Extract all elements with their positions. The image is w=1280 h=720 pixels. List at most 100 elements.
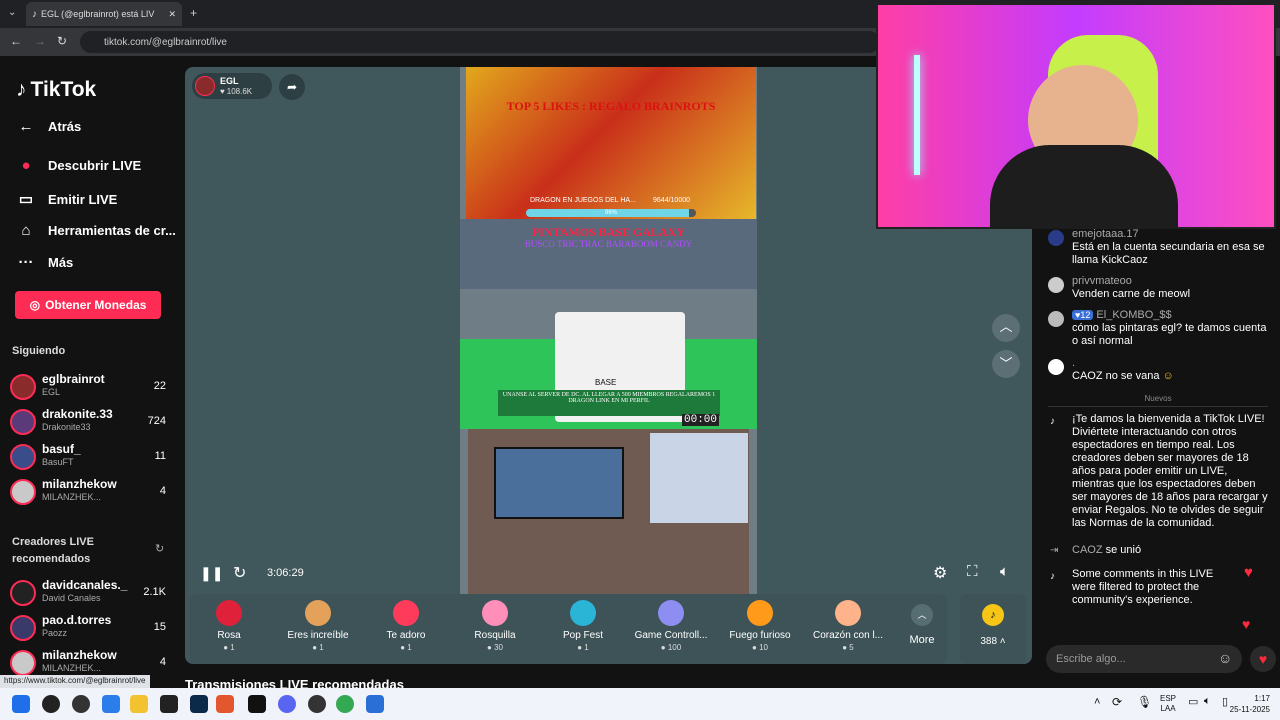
gift-item[interactable]: Eres increíble ● 1 <box>276 600 360 652</box>
app-icon[interactable] <box>160 695 178 713</box>
recommended-item-davidcanales[interactable]: davidcanales._ David Canales 2.1K <box>10 578 170 612</box>
speaker-icon[interactable]: 🔈︎ <box>1204 695 1211 708</box>
photoshop-icon[interactable] <box>190 695 208 713</box>
chat-input[interactable]: Escribe algo... ☺ <box>1046 645 1242 673</box>
back-link[interactable]: ← Atrás <box>16 118 82 135</box>
gift-item[interactable]: Game Controll... ● 100 <box>629 600 713 652</box>
following-item-drakonite[interactable]: drakonite.33 Drakonite33 724 <box>10 407 170 441</box>
nav-go-live[interactable]: ▭ Emitir LIVE <box>16 190 117 208</box>
clock[interactable]: 1:17 25-11-2025 <box>1228 693 1270 715</box>
clock-time: 1:17 <box>1254 694 1270 703</box>
app-icon[interactable] <box>216 695 234 713</box>
chat-username[interactable]: privvmateoo <box>1072 275 1272 288</box>
following-item-eglbrainrot[interactable]: eglbrainrot EGL 22 <box>10 372 170 406</box>
new-tab-icon[interactable]: + <box>190 6 197 20</box>
coin-balance-value: 388 <box>980 636 998 647</box>
chat-text: CAOZ no se vana ☺ <box>1072 370 1272 383</box>
tab-list-icon[interactable]: ⌄ <box>8 7 16 18</box>
app-icon[interactable] <box>308 695 326 713</box>
viewer-count: 15 <box>153 621 166 633</box>
browser-tab[interactable]: ♪ EGL (@eglbrainrot) está LIV ✕ <box>26 2 182 26</box>
chrome-icon[interactable] <box>336 695 354 713</box>
like-heart-button[interactable]: ♥ <box>1250 646 1276 672</box>
nav-creator-tools[interactable]: ⌂ Herramientas de cr... <box>16 222 175 239</box>
next-live-chevron-down-icon[interactable]: ﹀ <box>992 350 1020 378</box>
avatar <box>1048 230 1064 246</box>
overlay-subtitle: BUSCO TRIC TRAC BARABOOM CANDY <box>524 239 693 249</box>
following-name: milanzhekow <box>42 477 117 491</box>
volume-icon[interactable]: 🔈︎ <box>1000 563 1009 580</box>
coin-balance-button[interactable]: ♪ 388 ˄ <box>960 594 1026 664</box>
chat-username[interactable]: . <box>1072 357 1272 370</box>
gift-price: ● 10 <box>752 643 768 652</box>
url-field[interactable]: tiktok.com/@eglbrainrot/live <box>80 31 880 53</box>
refresh-icon[interactable]: ↻ <box>155 542 164 555</box>
emoji-picker-icon[interactable]: ☺ <box>1218 650 1232 666</box>
avatar <box>10 409 36 435</box>
app-icon[interactable] <box>72 695 90 713</box>
windows-taskbar: ˄ ⟳ 🎙︎ ESP LAA ▭ 🔈︎ ▯ 1:17 25-11-2025 <box>0 688 1280 720</box>
tiktok-logo[interactable]: ♪ TikTok <box>16 78 96 102</box>
gift-item[interactable]: Pop Fest ● 1 <box>541 600 625 652</box>
joined-username[interactable]: CAOZ <box>1072 544 1103 556</box>
settings-gear-icon[interactable]: ⚙ <box>933 563 947 583</box>
gift-item[interactable]: Fuego furioso ● 10 <box>718 600 802 652</box>
app-icon[interactable] <box>366 695 384 713</box>
pause-icon[interactable]: ❚❚ <box>200 565 223 582</box>
network-icon[interactable]: ⟳ <box>1112 695 1122 709</box>
viewer-count: 724 <box>147 415 166 427</box>
reload-stream-icon[interactable]: ↻ <box>233 563 246 583</box>
live-video[interactable]: TOP 5 LIKES : REGALO BRAINROTS DRAGON EN… <box>460 67 757 594</box>
more-label: More <box>909 634 935 646</box>
forward-arrow-icon[interactable]: → <box>34 34 46 48</box>
share-icon[interactable]: ➦ <box>279 74 305 100</box>
gift-item[interactable]: Corazón con l... ● 5 <box>806 600 890 652</box>
windows-start-icon[interactable] <box>12 695 30 713</box>
display-icon[interactable]: ▭ <box>1188 695 1198 708</box>
chat-username[interactable]: emejotaaa.17 <box>1072 228 1272 241</box>
app-icon[interactable] <box>42 695 60 713</box>
tiktok-app-icon[interactable] <box>248 695 266 713</box>
avatar <box>10 374 36 400</box>
language-indicator[interactable]: ESP LAA <box>1160 694 1176 714</box>
avatar <box>1048 311 1064 327</box>
chevron-up-icon: ︿ <box>911 604 933 626</box>
nav-more[interactable]: ··· Más <box>16 254 74 271</box>
gift-price: ● 30 <box>487 643 503 652</box>
welcome-message: ♪ ¡Te damos la bienvenida a TikTok LIVE! … <box>1048 413 1272 530</box>
filter-notice-text: Some comments in this LIVE were filtered… <box>1072 568 1214 606</box>
gifts-more-button[interactable]: ︿ More <box>900 604 944 646</box>
banner-title: TOP 5 LIKES : REGALO BRAINROTS <box>506 99 716 113</box>
tab-title: EGL (@eglbrainrot) está LIV <box>41 9 155 19</box>
avatar <box>10 615 36 641</box>
gift-item[interactable]: Rosquilla ● 30 <box>453 600 537 652</box>
goal-count: 9644/10000 <box>653 197 690 204</box>
viewer-count: 22 <box>153 380 166 392</box>
following-item-basuf[interactable]: basuf_ BasuFT 11 <box>10 442 170 476</box>
fullscreen-icon[interactable]: ⛶ <box>967 563 978 580</box>
chat-message: . CAOZ no se vana ☺ <box>1048 357 1272 383</box>
recommended-item-paodtorres[interactable]: pao.d.torres Paozz 15 <box>10 613 170 647</box>
host-badge[interactable]: EGL ♥ 108.6K <box>192 73 272 99</box>
file-explorer-icon[interactable] <box>130 695 148 713</box>
tray-chevron-icon[interactable]: ˄ <box>1094 696 1100 708</box>
emoji-icon: ☺ <box>1162 370 1174 382</box>
nav-discover-live[interactable]: ● Descubrir LIVE <box>16 157 141 174</box>
heart-icon: ♥ <box>220 87 225 96</box>
discord-icon[interactable] <box>278 695 296 713</box>
gift-item[interactable]: Rosa ● 1 <box>187 600 271 652</box>
back-arrow-icon[interactable]: ← <box>10 34 22 48</box>
close-tab-icon[interactable]: ✕ <box>168 9 176 20</box>
app-icon[interactable] <box>102 695 120 713</box>
host-likes: ♥ 108.6K <box>220 87 252 96</box>
chat-username-row[interactable]: ♥12 El_KOMBO_$$ <box>1072 309 1272 322</box>
gift-item[interactable]: Te adoro ● 1 <box>364 600 448 652</box>
microphone-icon[interactable]: 🎙︎ <box>1137 695 1152 709</box>
get-coins-button[interactable]: ◎ Obtener Monedas <box>15 291 161 319</box>
host-name: EGL <box>220 76 239 86</box>
reload-icon[interactable]: ↻ <box>57 34 67 48</box>
previous-live-chevron-up-icon[interactable]: ︿ <box>992 314 1020 342</box>
gift-price: ● 1 <box>400 643 412 652</box>
following-item-milanzhekow[interactable]: milanzhekow MILANZHEK... 4 <box>10 477 170 511</box>
goal-text: DRAGON EN JUEGOS DEL HA... <box>530 197 636 204</box>
